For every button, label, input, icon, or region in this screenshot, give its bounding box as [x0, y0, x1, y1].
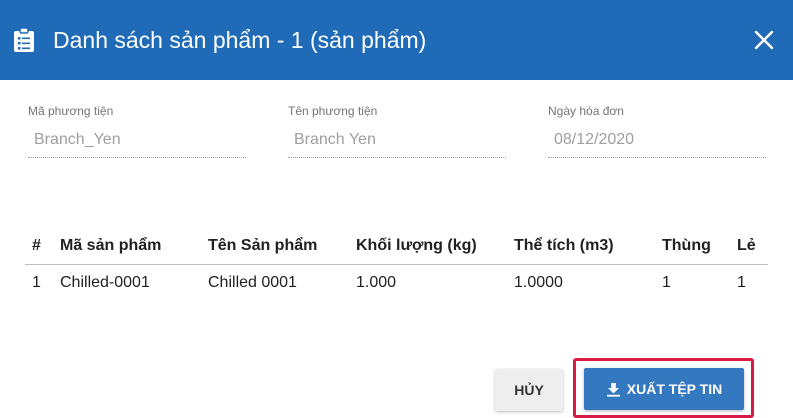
vehicle-code-value: Branch_Yen — [28, 129, 246, 158]
dialog-header: Danh sách sản phẩm - 1 (sản phẩm) — [0, 0, 793, 80]
close-button[interactable] — [750, 26, 778, 54]
invoice-date-value: 08/12/2020 — [548, 129, 766, 158]
close-icon[interactable] — [754, 30, 774, 50]
export-button-label: XUẤT TỆP TIN — [626, 381, 723, 397]
cell-product-code: Chilled-0001 — [60, 274, 150, 292]
cell-volume: 1.0000 — [514, 274, 563, 292]
table-row: 1 Chilled-0001 Chilled 0001 1.000 1.0000… — [25, 264, 768, 302]
product-table: # Mã sản phẩm Tên Sản phẩm Khối lượng (k… — [25, 228, 768, 302]
download-icon — [606, 382, 620, 397]
dialog-title: Danh sách sản phẩm - 1 (sản phẩm) — [53, 27, 427, 53]
invoice-date-label: Ngày hóa đơn — [548, 104, 624, 118]
export-file-button[interactable]: XUẤT TỆP TIN — [584, 368, 744, 410]
col-volume: Thể tích (m3) — [506, 228, 654, 265]
invoice-date-field: Ngày hóa đơn 08/12/2020 — [548, 104, 766, 158]
col-index: # — [25, 228, 52, 265]
col-cartons: Thùng — [654, 228, 729, 265]
col-weight: Khối lượng (kg) — [348, 228, 506, 265]
cell-cartons: 1 — [662, 274, 671, 292]
col-product-name: Tên Sản phẩm — [200, 228, 348, 265]
vehicle-name-value: Branch Yen — [288, 129, 506, 158]
cancel-button[interactable]: HỦY — [495, 369, 563, 411]
col-units: Lẻ — [729, 228, 768, 265]
cell-product-name: Chilled 0001 — [208, 274, 297, 292]
cancel-button-label: HỦY — [514, 382, 544, 398]
table-header-row: # Mã sản phẩm Tên Sản phẩm Khối lượng (k… — [25, 228, 768, 265]
col-product-code: Mã sản phẩm — [52, 228, 200, 265]
cell-weight: 1.000 — [356, 274, 397, 292]
clipboard-icon — [14, 27, 34, 52]
vehicle-name-label: Tên phương tiện — [288, 104, 378, 118]
vehicle-code-label: Mã phương tiện — [28, 104, 114, 118]
cell-units: 1 — [737, 274, 746, 292]
vehicle-code-field: Mã phương tiện Branch_Yen — [28, 104, 246, 158]
cell-index: 1 — [32, 274, 41, 292]
vehicle-name-field: Tên phương tiện Branch Yen — [288, 104, 506, 158]
